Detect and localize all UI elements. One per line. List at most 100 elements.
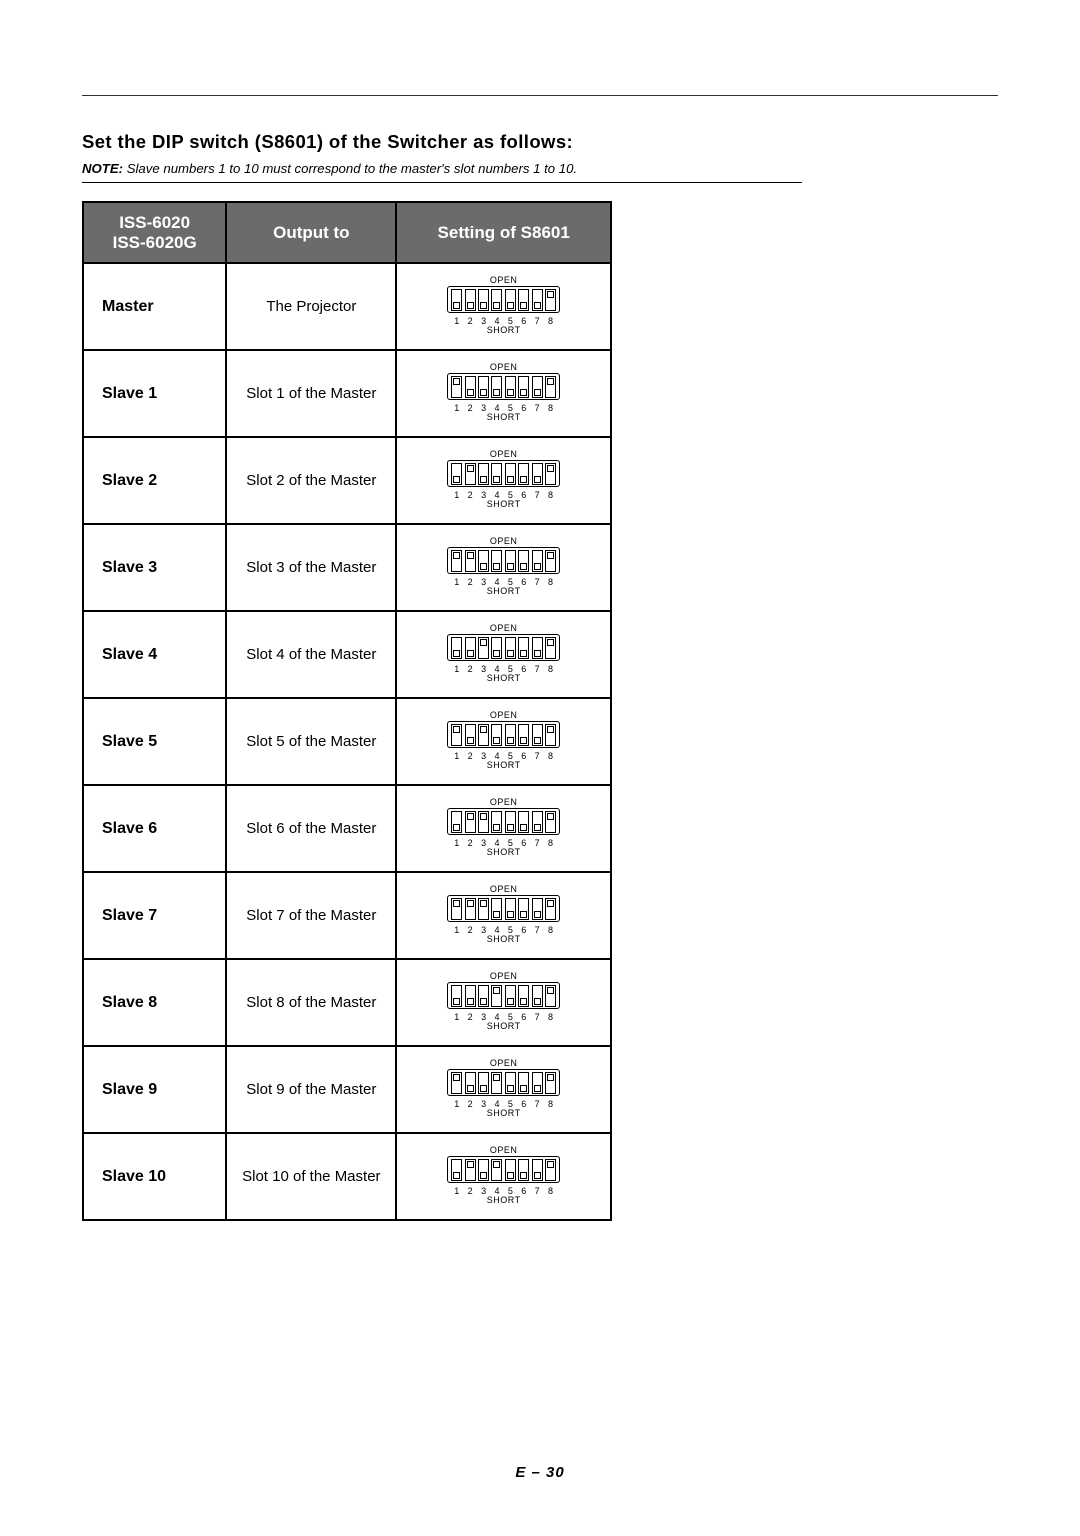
dip-slot-3 [478,637,489,659]
section-heading: Set the DIP switch (S8601) of the Switch… [82,131,1080,153]
col-header-output: Output to [226,202,396,263]
dip-peg [480,813,487,820]
dip-peg [493,987,500,994]
dip-peg [534,737,541,744]
dip-slot-5 [505,898,516,920]
dip-peg [534,911,541,918]
dip-slot-7 [532,637,543,659]
dip-slots [451,1072,556,1094]
dip-slot-8 [545,289,556,311]
table-header-row: ISS-6020 ISS-6020G Output to Setting of … [83,202,611,263]
dip-slot-2 [465,811,476,833]
dip-slot-5 [505,811,516,833]
dip-peg [520,1172,527,1179]
dip-slot-6 [518,985,529,1007]
dip-switch-icon: OPEN12345678SHORT [429,624,579,683]
dip-switch-icon: OPEN12345678SHORT [429,363,579,422]
dip-peg [453,824,460,831]
dip-peg [493,563,500,570]
dip-peg [453,552,460,559]
row-name-cell: Slave 6 [83,785,226,872]
dip-short-label: SHORT [429,326,579,335]
col-header-setting: Setting of S8601 [396,202,611,263]
table-row: Slave 4Slot 4 of the MasterOPEN12345678S… [83,611,611,698]
dip-number: 1 [451,1013,462,1022]
dip-number: 1 [451,317,462,326]
dip-slot-8 [545,1072,556,1094]
dip-peg [507,563,514,570]
dip-switch-table: ISS-6020 ISS-6020G Output to Setting of … [82,201,612,1221]
dip-peg [507,737,514,744]
dip-number: 2 [465,317,476,326]
dip-number: 1 [451,665,462,674]
dip-open-label: OPEN [429,1146,579,1155]
note-label: NOTE: [82,161,123,176]
dip-peg [507,1172,514,1179]
dip-slots [451,811,556,833]
dip-slot-3 [478,376,489,398]
dip-switch-icon: OPEN12345678SHORT [429,798,579,857]
dip-peg [493,824,500,831]
dip-slot-6 [518,811,529,833]
dip-slot-2 [465,724,476,746]
dip-slot-7 [532,1159,543,1181]
dip-peg [520,737,527,744]
dip-slots [451,898,556,920]
dip-peg [520,998,527,1005]
dip-number: 7 [532,491,543,500]
dip-slot-3 [478,550,489,572]
dip-slot-2 [465,463,476,485]
dip-peg [480,389,487,396]
dip-switch-icon: OPEN12345678SHORT [429,1059,579,1118]
dip-peg [467,302,474,309]
dip-switch-box [447,373,560,400]
dip-slot-5 [505,550,516,572]
dip-slot-3 [478,463,489,485]
row-name-cell: Slave 8 [83,959,226,1046]
dip-slot-2 [465,1072,476,1094]
dip-short-label: SHORT [429,761,579,770]
dip-peg [480,1172,487,1179]
note-body: Slave numbers 1 to 10 must correspond to… [127,161,577,176]
dip-slot-7 [532,985,543,1007]
dip-number: 7 [532,839,543,848]
dip-slot-7 [532,898,543,920]
dip-slot-3 [478,724,489,746]
dip-peg [453,998,460,1005]
row-output-cell: The Projector [226,263,396,350]
dip-peg [507,389,514,396]
dip-slot-1 [451,376,462,398]
dip-number: 8 [545,752,556,761]
dip-number: 1 [451,1100,462,1109]
dip-switch-icon: OPEN12345678SHORT [429,276,579,335]
dip-switch-box [447,1069,560,1096]
dip-peg [493,737,500,744]
dip-number: 1 [451,1187,462,1196]
col-header-model: ISS-6020 ISS-6020G [83,202,226,263]
dip-peg [520,389,527,396]
dip-open-label: OPEN [429,276,579,285]
dip-slot-6 [518,724,529,746]
row-output-cell: Slot 4 of the Master [226,611,396,698]
dip-peg [534,650,541,657]
col-header-model-line2: ISS-6020G [113,233,197,252]
row-switch-cell: OPEN12345678SHORT [396,437,611,524]
dip-number: 7 [532,1013,543,1022]
table-row: Slave 3Slot 3 of the MasterOPEN12345678S… [83,524,611,611]
dip-slot-2 [465,1159,476,1181]
row-output-cell: Slot 6 of the Master [226,785,396,872]
dip-peg [547,291,554,298]
dip-switch-icon: OPEN12345678SHORT [429,972,579,1031]
row-name-cell: Master [83,263,226,350]
dip-number: 1 [451,491,462,500]
dip-slot-4 [491,289,502,311]
table-row: Slave 7Slot 7 of the MasterOPEN12345678S… [83,872,611,959]
dip-peg [534,824,541,831]
dip-slot-3 [478,811,489,833]
dip-open-label: OPEN [429,885,579,894]
dip-slot-1 [451,550,462,572]
dip-peg [507,911,514,918]
dip-open-label: OPEN [429,363,579,372]
dip-peg [547,726,554,733]
dip-slot-5 [505,289,516,311]
